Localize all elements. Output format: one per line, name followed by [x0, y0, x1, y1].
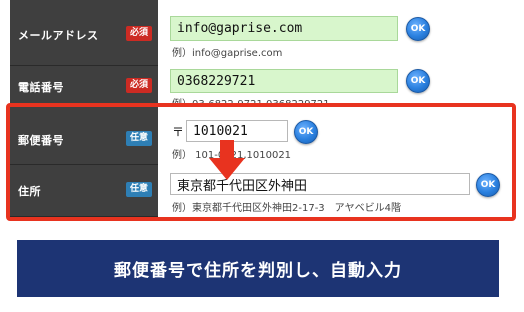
required-badge: 必須	[126, 78, 153, 93]
email-label-cell: メールアドレス 必須	[10, 0, 158, 66]
phone-label-cell: 電話番号 必須	[10, 66, 158, 107]
phone-row: 電話番号 必須 0368229721 OK 例）03-6822-9721,036…	[10, 66, 516, 110]
down-arrow-icon	[209, 140, 245, 180]
email-input[interactable]: info@gaprise.com	[170, 16, 398, 41]
phone-input[interactable]: 0368229721	[170, 69, 398, 93]
email-field-cell: info@gaprise.com OK 例）info@gaprise.com	[158, 0, 516, 66]
postal-address-highlight	[6, 103, 516, 221]
email-ok-button[interactable]: OK	[406, 17, 430, 41]
email-label: メールアドレス	[18, 29, 99, 42]
phone-ok-button[interactable]: OK	[406, 69, 430, 93]
email-example: 例）info@gaprise.com	[172, 48, 283, 59]
autofill-banner: 郵便番号で住所を判別し、自動入力	[17, 240, 499, 297]
banner-text: 郵便番号で住所を判別し、自動入力	[114, 261, 402, 281]
phone-label: 電話番号	[18, 81, 64, 94]
required-badge: 必須	[126, 26, 153, 41]
phone-field-cell: 0368229721 OK 例）03-6822-9721,0368229721	[158, 66, 516, 110]
email-row: メールアドレス 必須 info@gaprise.com OK 例）info@ga…	[10, 0, 516, 66]
